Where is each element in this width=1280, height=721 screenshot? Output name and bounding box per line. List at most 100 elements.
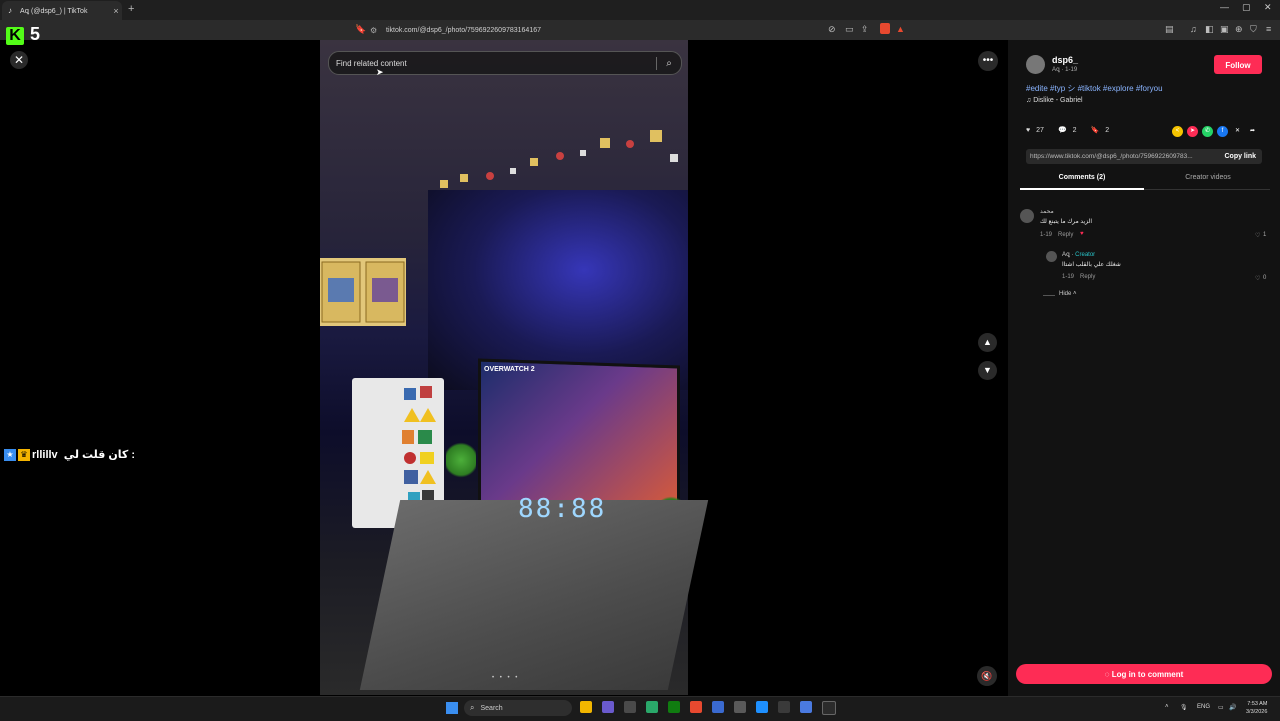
site-info-icon[interactable]: ⚙ (370, 26, 380, 35)
share-page-icon[interactable]: ⇪ (861, 24, 869, 35)
carousel-dots[interactable]: • • • • (492, 675, 519, 681)
tray-chevron-icon[interactable]: ˄ (1165, 704, 1169, 710)
post-music[interactable]: ♫ Dislike - Gabriel (1026, 97, 1083, 104)
media-icon[interactable]: ♫ (1190, 24, 1197, 34)
login-to-comment-button[interactable]: ◌ Log in to comment (1016, 664, 1272, 684)
more-share-icon[interactable]: ➦ (1247, 126, 1258, 137)
security-icon[interactable] (712, 701, 724, 713)
reply-like-icon[interactable]: ♡ (1255, 275, 1260, 282)
facebook-share-icon[interactable]: f (1217, 126, 1228, 137)
brave-shields-icon[interactable] (880, 23, 890, 34)
copy-link-button[interactable]: Copy link (1218, 153, 1262, 160)
author-subline: Aꝗ · 1-19 (1052, 67, 1078, 73)
app-green-icon[interactable] (646, 701, 658, 713)
taskbar-date: 3/3/2026 (1246, 709, 1268, 715)
file-explorer-icon[interactable] (580, 701, 592, 713)
volume-icon[interactable]: 🔊 (1229, 704, 1236, 711)
hide-line (1043, 295, 1055, 296)
photo-plant-left (446, 440, 476, 480)
discord-icon[interactable] (602, 701, 614, 713)
xbox-icon[interactable] (668, 701, 680, 713)
active-tab-indicator (1020, 188, 1144, 190)
wallet-icon[interactable]: ▣ (1220, 24, 1229, 35)
comment-icon[interactable]: 💬 (1058, 126, 1067, 134)
next-post-button[interactable]: ▼ (978, 361, 997, 380)
tab-comments[interactable]: Comments (2) (1020, 174, 1144, 181)
previous-post-button[interactable]: ▲ (978, 333, 997, 352)
brave-taskbar-icon[interactable] (690, 701, 702, 713)
reply-author[interactable]: Aꝗ · Creator (1062, 251, 1095, 258)
whatsapp-share-icon[interactable]: ✆ (1202, 126, 1213, 137)
taskbar-search[interactable]: ⌕ Search (464, 700, 572, 716)
comment-like-count: 1 (1263, 232, 1267, 238)
reply-reply-button[interactable]: Reply (1080, 274, 1095, 280)
comment-avatar[interactable] (1020, 209, 1034, 223)
edge-icon[interactable] (756, 701, 768, 713)
embed-share-icon[interactable]: < (1172, 126, 1183, 137)
comment-author[interactable]: محمد (1040, 208, 1054, 215)
app-blue-icon[interactable] (800, 701, 812, 713)
author-avatar[interactable] (1026, 55, 1045, 74)
reply-date: 1-19 (1062, 274, 1075, 280)
more-options-button[interactable]: ••• (978, 51, 998, 71)
mute-button[interactable]: 🔇 (977, 666, 997, 686)
post-hashtags[interactable]: #edite #typ シ #tiktok #explore #foryou (1026, 83, 1163, 94)
reply-avatar[interactable] (1046, 251, 1057, 262)
comment-text: الزيد مرك ما يتبنع لك (1040, 219, 1092, 225)
creator-tag: Creator (1075, 252, 1096, 258)
browser-tab[interactable]: ♪ Aꝗ (@dsp6_) | TikTok × (2, 1, 122, 20)
obs-icon[interactable] (624, 701, 636, 713)
x-share-icon[interactable]: ✕ (1232, 126, 1243, 137)
taskbar-clock[interactable]: 7:53 AM 3/3/2026 (1246, 700, 1267, 716)
send-share-icon[interactable]: ➤ (1187, 126, 1198, 137)
mic-icon[interactable]: 🎙 (1180, 704, 1188, 711)
comment-count: 2 (1072, 126, 1077, 134)
reply-author-name: Aꝗ (1062, 252, 1070, 258)
browser-tab-strip (0, 0, 1280, 20)
photo-wall-panels (428, 190, 688, 390)
app-dark-icon[interactable] (778, 701, 790, 713)
share-icons: < ➤ ✆ f ✕ ➦ (1172, 126, 1258, 137)
cast-icon[interactable]: ▭ (845, 24, 854, 35)
photo-monitor (478, 358, 680, 512)
tab-close-icon[interactable]: × (110, 6, 122, 16)
windows-taskbar (0, 696, 1280, 721)
tab-creator-videos[interactable]: Creator videos (1146, 174, 1270, 181)
window-close-icon[interactable]: ✕ (1264, 2, 1272, 13)
follow-button[interactable]: Follow (1214, 55, 1262, 74)
hide-replies-button[interactable]: Hide ˄ (1059, 291, 1077, 297)
maximize-icon[interactable]: ▢ (1242, 2, 1251, 13)
comment-reply-button[interactable]: Reply (1058, 232, 1073, 238)
post-link-box: https://www.tiktok.com/@dsp6_/photo/7596… (1026, 149, 1262, 164)
shield-icon[interactable]: ⛉ (1250, 24, 1257, 35)
close-viewer-button[interactable]: ✕ (10, 51, 28, 69)
vpn-icon[interactable]: ⊕ (1235, 24, 1243, 35)
search-icon[interactable]: ⌕ (657, 58, 681, 69)
no-translate-icon[interactable]: ⊘ (828, 24, 836, 35)
photo-wanted-posters (320, 258, 406, 326)
network-icon[interactable]: ▭ (1218, 704, 1224, 711)
app-window-icon[interactable] (822, 701, 836, 715)
url-text: tiktok.com/@dsp6_/photo/7596922609783164… (386, 26, 542, 34)
like-icon[interactable]: ♥ (1026, 127, 1030, 134)
bookmark-icon[interactable]: 🔖 (355, 24, 366, 35)
reply-like-count: 0 (1263, 275, 1267, 281)
comment-like-icon[interactable]: ♡ (1255, 232, 1260, 239)
mouse-cursor-icon: ➤ (376, 67, 384, 77)
minimize-icon[interactable]: — (1220, 2, 1229, 12)
save-icon[interactable]: 🔖 (1091, 126, 1100, 134)
post-stats: ♥ 27 💬 2 🔖 2 (1026, 126, 1109, 135)
login-label: Log in to comment (1111, 670, 1184, 679)
start-icon[interactable] (446, 702, 458, 714)
menu-icon[interactable]: ≡ (1266, 24, 1271, 34)
tab-title: Aꝗ (@dsp6_) | TikTok (20, 7, 88, 15)
new-tab-button[interactable]: + (128, 3, 134, 15)
photo-led-clock: 88:88 (518, 494, 607, 524)
app-grey-icon[interactable] (734, 701, 746, 713)
sidebar-toggle-icon[interactable]: ▤ (1165, 24, 1174, 35)
brave-rewards-icon[interactable]: ▲ (896, 24, 905, 34)
post-link-text[interactable]: https://www.tiktok.com/@dsp6_/photo/7596… (1026, 153, 1218, 160)
language-indicator[interactable]: ENG (1197, 704, 1210, 710)
split-view-icon[interactable]: ◧ (1205, 24, 1214, 35)
author-username[interactable]: dsp6_ (1052, 55, 1078, 65)
